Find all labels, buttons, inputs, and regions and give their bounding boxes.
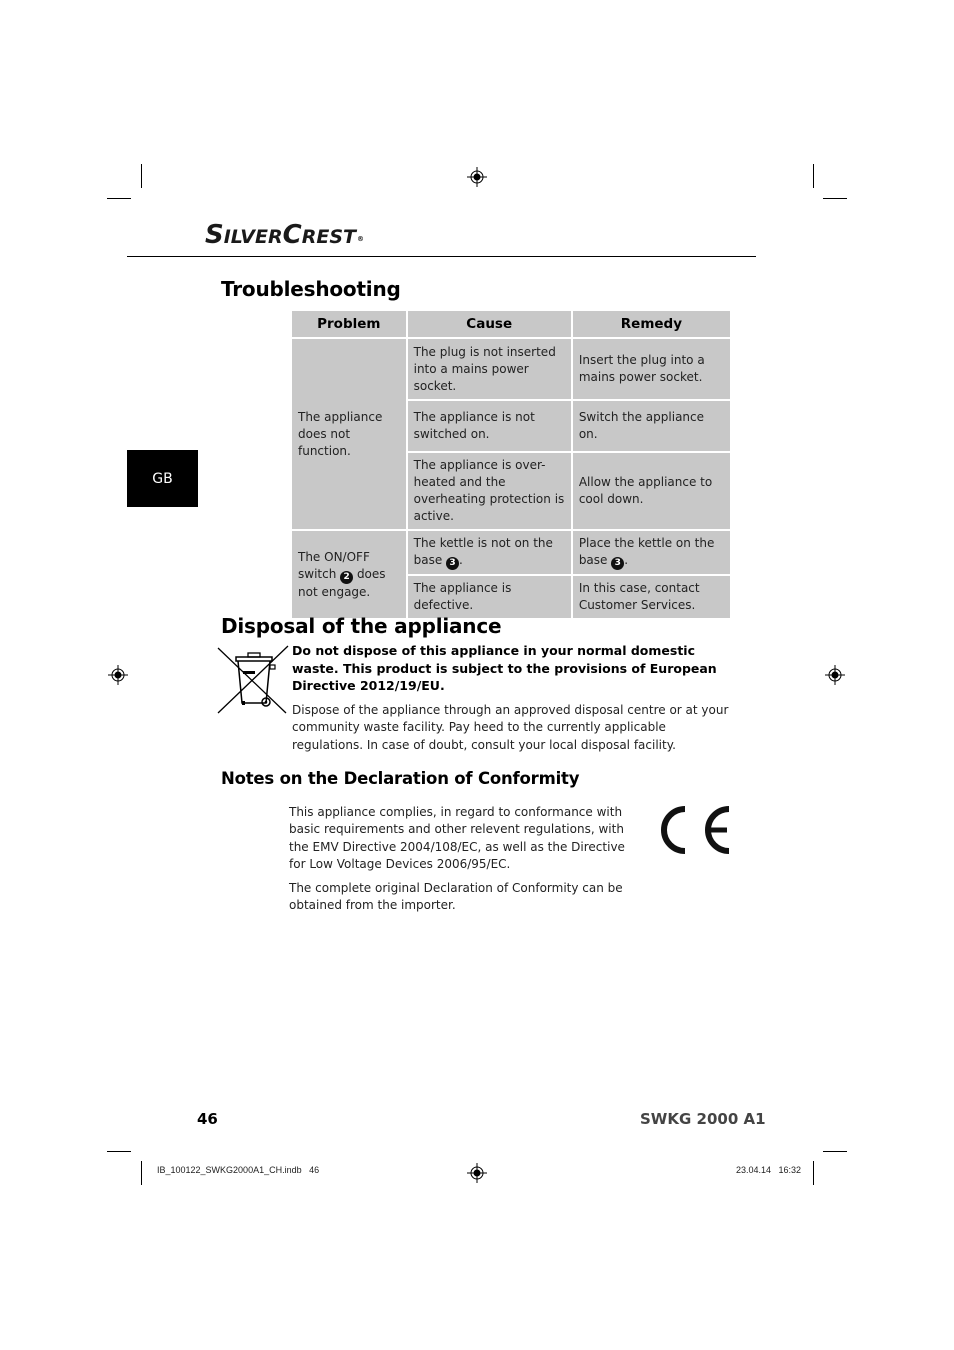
disposal-text: Dispose of the appliance through an appr… xyxy=(292,703,729,752)
table-header-row: Problem Cause Remedy xyxy=(290,309,733,339)
crop-mark xyxy=(141,1161,142,1185)
logo-text: REST xyxy=(301,226,356,248)
troubleshooting-table: Problem Cause Remedy The appliance does … xyxy=(290,309,733,620)
crop-mark xyxy=(107,1151,131,1152)
crop-mark xyxy=(141,164,142,188)
cause-cell: The appliance is over-heated and the ove… xyxy=(405,451,573,531)
problem-cell: The appliance does not function. xyxy=(290,337,408,531)
remedy-text: Place the kettle on the base xyxy=(578,536,715,567)
column-header-cause: Cause xyxy=(405,309,573,339)
column-header-remedy: Remedy xyxy=(570,309,733,339)
table-row: The ON/OFF switch 2 does not engage. The… xyxy=(290,529,733,620)
cause-cell: The appliance is not switched on. xyxy=(405,399,573,453)
language-tab: GB xyxy=(127,450,198,507)
reference-number-badge: 3 xyxy=(611,557,625,570)
cause-text: The kettle is not on the base xyxy=(413,536,553,567)
remedy-cell: Insert the plug into a mains power socke… xyxy=(570,337,733,401)
conformity-heading: Notes on the Declaration of Conformity xyxy=(221,769,580,788)
troubleshooting-heading: Troubleshooting xyxy=(221,277,401,301)
cause-cell: The kettle is not on the base 3. xyxy=(405,529,573,576)
crop-mark xyxy=(823,1151,847,1152)
logo-text: ILVER xyxy=(223,226,283,248)
remedy-cell: Allow the appliance to cool down. xyxy=(570,451,733,531)
language-tab-label: GB xyxy=(152,470,173,487)
logo-letter: C xyxy=(282,220,302,250)
crop-mark xyxy=(823,198,847,199)
conformity-paragraph: This appliance complies, in regard to co… xyxy=(289,805,625,871)
cause-text: . xyxy=(459,553,463,567)
disposal-warning: Do not dispose of this appliance in your… xyxy=(292,643,717,693)
remedy-cell: Switch the appliance on. xyxy=(570,399,733,453)
crop-mark xyxy=(107,198,131,199)
brand-logo: SILVERCREST® xyxy=(205,220,364,252)
registration-mark-icon xyxy=(467,1163,487,1183)
crop-mark xyxy=(813,164,814,188)
cause-cell: The appliance is defective. xyxy=(405,574,573,620)
conformity-paragraph: The complete original Declaration of Con… xyxy=(289,881,623,913)
print-slug-date: 23.04.14 16:32 xyxy=(736,1165,802,1175)
column-header-problem: Problem xyxy=(290,309,408,339)
model-number: SWKG 2000 A1 xyxy=(640,1110,766,1128)
registration-mark-icon xyxy=(467,167,487,187)
crossed-out-wheelie-bin-icon xyxy=(217,645,289,714)
ce-mark-icon xyxy=(661,806,730,854)
table-row: The appliance does not function. The plu… xyxy=(290,337,733,531)
problem-cell: The ON/OFF switch 2 does not engage. xyxy=(290,529,408,620)
logo-letter: S xyxy=(205,220,224,250)
header-rule xyxy=(127,256,756,257)
registered-mark: ® xyxy=(356,235,364,243)
registration-mark-icon xyxy=(108,665,128,685)
print-slug-file: IB_100122_SWKG2000A1_CH.indb 46 xyxy=(157,1165,320,1175)
page-number: 46 xyxy=(197,1110,218,1128)
cause-cell: The plug is not inserted into a mains po… xyxy=(405,337,573,401)
registration-mark-icon xyxy=(825,665,845,685)
disposal-heading: Disposal of the appliance xyxy=(221,614,502,638)
remedy-text: . xyxy=(624,553,629,567)
reference-number-badge: 2 xyxy=(340,570,354,584)
remedy-cell: Place the kettle on the base 3. xyxy=(570,529,733,576)
remedy-cell: In this case, contact Customer Services. xyxy=(570,574,733,620)
crop-mark xyxy=(813,1161,814,1185)
reference-number-badge: 3 xyxy=(446,557,460,570)
